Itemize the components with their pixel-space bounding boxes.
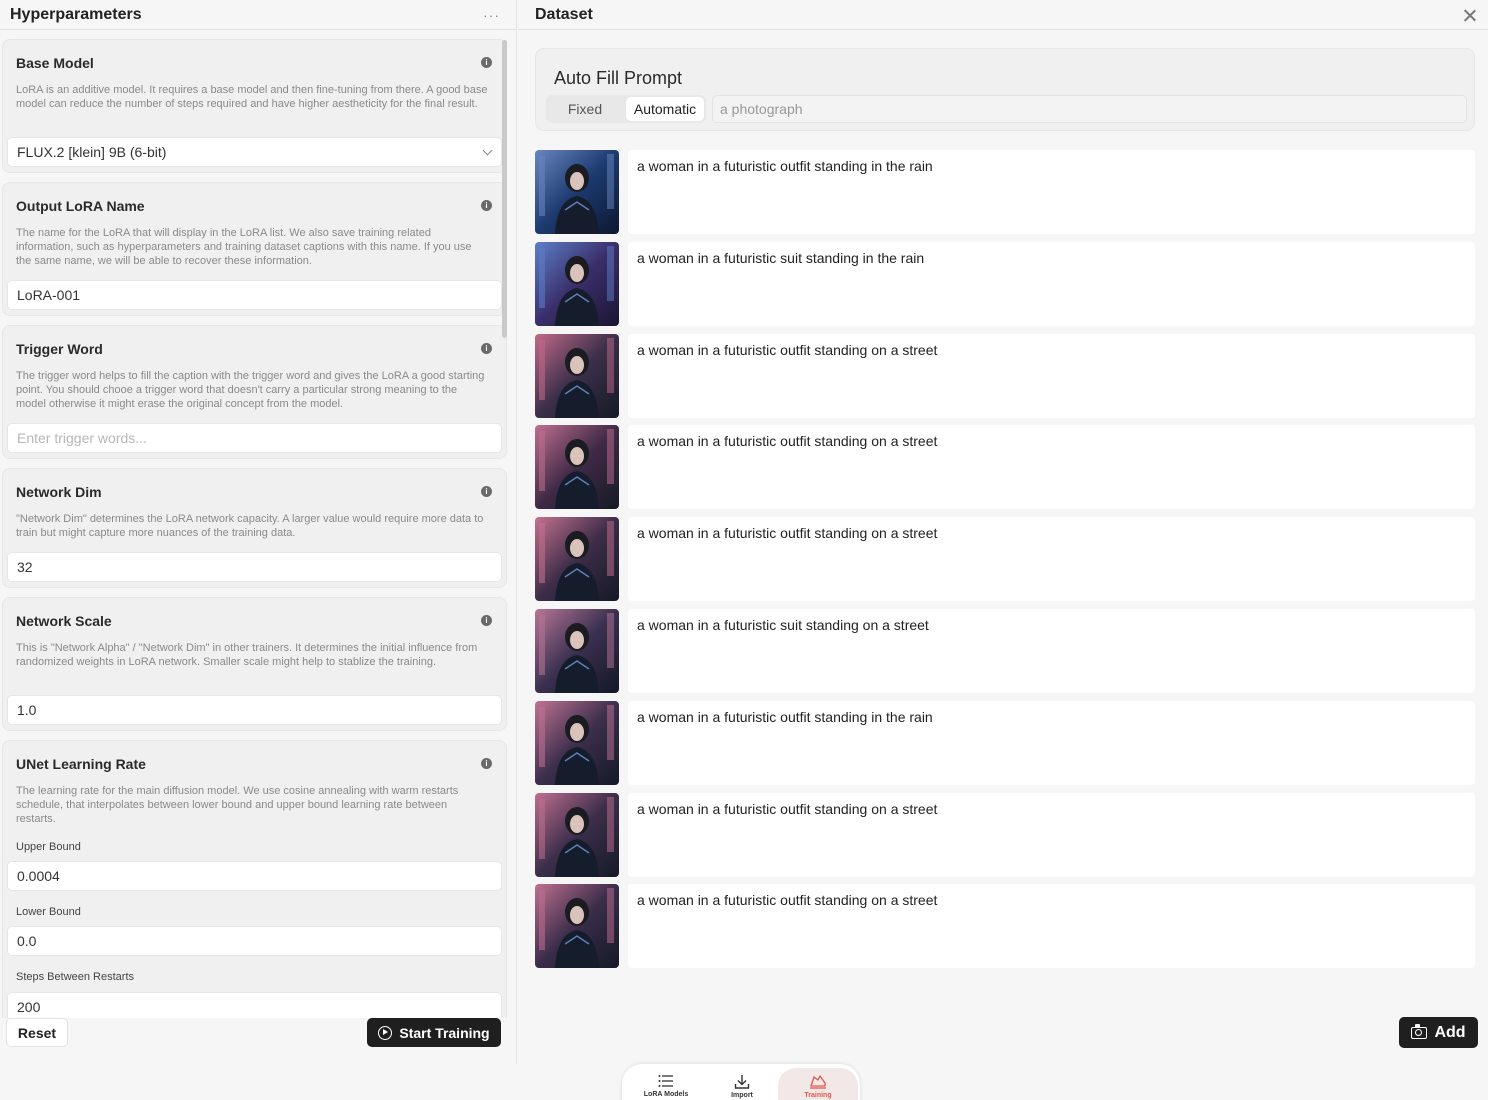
dataset-thumbnail[interactable] <box>535 241 619 326</box>
dataset-item[interactable]: a woman in a futuristic suit standing on… <box>535 609 1475 693</box>
output-name-card: Output LoRA Name i The name for the LoRA… <box>2 182 507 316</box>
chevron-down-icon <box>482 145 493 156</box>
bottom-tab-bar: LoRA Models Import Training <box>622 1064 860 1100</box>
dataset-thumbnail[interactable] <box>535 884 619 969</box>
dataset-item[interactable]: a woman in a futuristic outfit standing … <box>535 700 1475 785</box>
network-scale-description: This is "Network Alpha" / "Network Dim" … <box>16 642 478 668</box>
dataset-thumbnail[interactable] <box>535 517 619 602</box>
list-icon <box>658 1075 673 1087</box>
tab-label: Training <box>804 1092 832 1099</box>
auto-fill-title: Auto Fill Prompt <box>554 68 683 88</box>
info-icon[interactable]: i <box>481 200 492 211</box>
download-icon <box>734 1075 750 1089</box>
unet-lr-description: The learning rate for the main diffusion… <box>16 785 459 825</box>
auto-fill-prompt-input[interactable]: a photograph <box>712 95 1467 123</box>
scrollbar-thumb[interactable] <box>502 40 507 338</box>
tab-label: LoRA Models <box>643 1091 689 1098</box>
left-footer: Reset Start Training <box>0 1018 512 1064</box>
info-icon[interactable]: i <box>481 486 492 497</box>
dataset-item[interactable]: a woman in a futuristic outfit standing … <box>535 517 1475 602</box>
tab-lora-models[interactable]: LoRA Models <box>626 1068 706 1100</box>
unet-lr-label: UNet Learning Rate <box>16 756 146 772</box>
network-dim-description: "Network Dim" determines the LoRA networ… <box>16 513 484 539</box>
network-dim-card: Network Dim i "Network Dim" determines t… <box>2 468 507 588</box>
dataset-thumbnail[interactable] <box>535 150 619 234</box>
upper-bound-label: Upper Bound <box>16 841 81 853</box>
info-icon[interactable]: i <box>481 57 492 68</box>
dataset-caption[interactable]: a woman in a futuristic outfit standing … <box>628 700 1475 785</box>
network-scale-card: Network Scale i This is "Network Alpha" … <box>2 597 507 731</box>
dataset-caption[interactable]: a woman in a futuristic suit standing on… <box>628 609 1475 693</box>
training-icon <box>810 1075 826 1089</box>
segment-automatic[interactable]: Automatic <box>626 97 704 121</box>
start-training-label: Start Training <box>399 1024 490 1041</box>
output-name-description: The name for the LoRA that will display … <box>16 227 472 267</box>
info-icon[interactable]: i <box>481 343 492 354</box>
output-name-label: Output LoRA Name <box>16 198 145 214</box>
dataset-caption[interactable]: a woman in a futuristic outfit standing … <box>628 333 1475 418</box>
info-icon[interactable]: i <box>481 615 492 626</box>
steps-between-restarts-label: Steps Between Restarts <box>16 971 135 983</box>
lower-bound-input[interactable]: 0.0 <box>7 926 502 956</box>
unet-lr-card: UNet Learning Rate i The learning rate f… <box>2 740 507 1018</box>
dataset-caption[interactable]: a woman in a futuristic outfit standing … <box>628 425 1475 510</box>
panel-title: Hyperparameters <box>10 5 142 23</box>
network-scale-label: Network Scale <box>16 613 112 629</box>
base-model-label: Base Model <box>16 55 94 71</box>
dataset-caption[interactable]: a woman in a futuristic outfit standing … <box>628 884 1475 969</box>
dataset-thumbnail[interactable] <box>535 700 619 785</box>
trigger-word-label: Trigger Word <box>16 341 103 357</box>
network-scale-input[interactable]: 1.0 <box>7 695 502 725</box>
upper-bound-input[interactable]: 0.0004 <box>7 861 502 891</box>
dataset-item[interactable]: a woman in a futuristic outfit standing … <box>535 150 1475 234</box>
steps-between-restarts-input[interactable]: 200 <box>7 992 502 1018</box>
camera-icon <box>1411 1023 1428 1039</box>
panel-title: Dataset <box>535 5 593 23</box>
more-options-icon[interactable]: ··· <box>483 7 500 23</box>
close-icon[interactable] <box>1464 9 1476 21</box>
segment-fixed[interactable]: Fixed <box>548 97 622 121</box>
dataset-thumbnail[interactable] <box>535 425 619 510</box>
network-dim-label: Network Dim <box>16 484 102 500</box>
tab-label: Import <box>731 1092 753 1099</box>
add-button[interactable]: Add <box>1399 1017 1478 1048</box>
dataset-item[interactable]: a woman in a futuristic outfit standing … <box>535 333 1475 418</box>
dataset-header: Dataset <box>518 0 1488 30</box>
dataset-item[interactable]: a woman in a futuristic outfit standing … <box>535 425 1475 510</box>
base-model-value: FLUX.2 [klein] 9B (6-bit) <box>17 144 167 160</box>
base-model-select[interactable]: FLUX.2 [klein] 9B (6-bit) <box>7 137 502 167</box>
dataset-thumbnail[interactable] <box>535 609 619 693</box>
add-label: Add <box>1434 1023 1466 1041</box>
output-name-input[interactable]: LoRA-001 <box>7 280 502 310</box>
base-model-description: LoRA is an additive model. It requires a… <box>16 84 488 110</box>
auto-fill-prompt-card: Auto Fill Prompt Fixed Automatic a photo… <box>535 48 1475 131</box>
play-icon <box>378 1025 393 1040</box>
hyperparameters-panel: Hyperparameters ··· Base Model i LoRA is… <box>0 0 517 1064</box>
dataset-caption[interactable]: a woman in a futuristic outfit standing … <box>628 517 1475 602</box>
lower-bound-label: Lower Bound <box>16 906 81 918</box>
dataset-caption[interactable]: a woman in a futuristic outfit standing … <box>628 792 1475 877</box>
network-dim-input[interactable]: 32 <box>7 552 502 582</box>
dataset-caption[interactable]: a woman in a futuristic suit standing in… <box>628 241 1475 326</box>
tab-training[interactable]: Training <box>778 1068 858 1100</box>
start-training-button[interactable]: Start Training <box>367 1018 501 1047</box>
trigger-word-card: Trigger Word i The trigger word helps to… <box>2 325 507 459</box>
prompt-mode-segmented-control: Fixed Automatic <box>546 95 706 123</box>
hyperparameters-header: Hyperparameters ··· <box>0 0 516 30</box>
dataset-item[interactable]: a woman in a futuristic outfit standing … <box>535 792 1475 877</box>
reset-button[interactable]: Reset <box>6 1018 68 1047</box>
dataset-item[interactable]: a woman in a futuristic outfit standing … <box>535 884 1475 969</box>
hyperparameters-scroll[interactable]: Base Model i LoRA is an additive model. … <box>0 30 512 1018</box>
trigger-word-description: The trigger word helps to fill the capti… <box>16 370 485 410</box>
dataset-item[interactable]: a woman in a futuristic suit standing in… <box>535 241 1475 326</box>
trigger-word-input[interactable]: Enter trigger words... <box>7 423 502 453</box>
info-icon[interactable]: i <box>481 758 492 769</box>
base-model-card: Base Model i LoRA is an additive model. … <box>2 39 507 173</box>
dataset-caption[interactable]: a woman in a futuristic outfit standing … <box>628 150 1475 234</box>
dataset-thumbnail[interactable] <box>535 792 619 877</box>
dataset-panel: Dataset Auto Fill Prompt Fixed Automatic… <box>518 0 1488 1064</box>
dataset-thumbnail[interactable] <box>535 333 619 418</box>
tab-import[interactable]: Import <box>702 1068 782 1100</box>
